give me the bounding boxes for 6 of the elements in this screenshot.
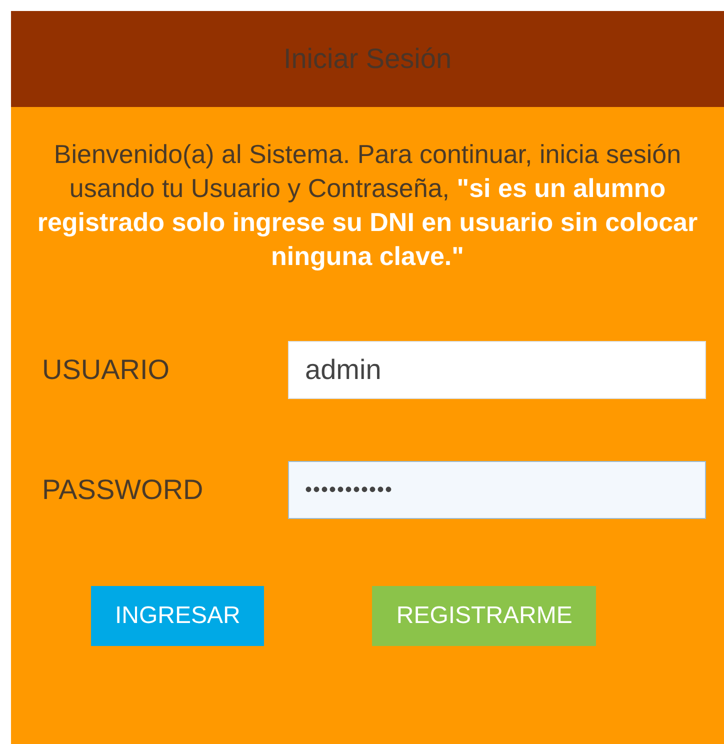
field-label: PASSWORD [42, 474, 204, 506]
panel-title: Iniciar Sesión [283, 43, 452, 75]
input-field[interactable]: ••••••••••• [288, 461, 706, 519]
field-label: USUARIO [42, 354, 171, 386]
welcome-message: Bienvenido(a) al Sistema. Para continuar, inicia sesión usando tu Usuario y Contraseña, "si es un alumno registrado solo ingrese su DNI en usuario sin colocar ninguna clave." [36, 138, 699, 273]
input-field[interactable]: admin [288, 341, 706, 399]
